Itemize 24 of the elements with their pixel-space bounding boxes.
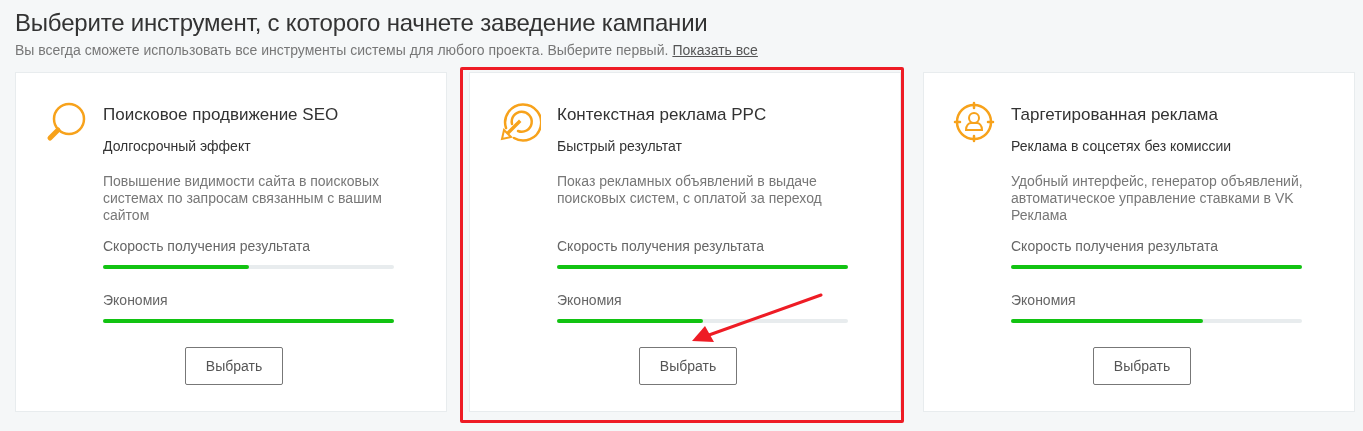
- meter-label: Скорость получения результата: [1011, 238, 1220, 254]
- card-tagline: Реклама в соцсетях без комиссии: [1011, 138, 1233, 154]
- show-all-link[interactable]: Показать все: [672, 42, 758, 58]
- card-description: Показ рекламных объявлений в выдаче поисковых систем, с оплатой за переход: [557, 173, 823, 208]
- search-icon: [45, 101, 87, 143]
- meter-label: Скорость получения результата: [103, 238, 312, 254]
- page-subtitle: Вы всегда сможете использовать все инструменты системы для любого проекта. Выберите первый. Показать все: [15, 41, 759, 60]
- card-description: Повышение видимости сайта в поисковых системах по запросам связанным с вашим сайтом: [103, 173, 383, 224]
- card-title: Контекстная реклама PPC: [557, 105, 768, 125]
- card-description: Удобный интерфейс, генератор объявлений, автоматическое управление ставками в VK Реклама: [1011, 173, 1303, 224]
- meter-label: Экономия: [557, 292, 623, 308]
- choose-button[interactable]: Выбрать: [639, 347, 737, 385]
- choose-button[interactable]: Выбрать: [1093, 347, 1191, 385]
- card-tagline: Долгосрочный эффект: [103, 138, 252, 154]
- meter-label: Скорость получения результата: [557, 238, 766, 254]
- card-title: Поисковое продвижение SEO: [103, 105, 340, 125]
- person-target-icon: [953, 101, 995, 143]
- choose-button[interactable]: Выбрать: [185, 347, 283, 385]
- card-title: Таргетированная реклама: [1011, 105, 1219, 125]
- meter-label: Экономия: [1011, 292, 1077, 308]
- target-cursor-icon: [499, 101, 541, 143]
- card-tagline: Быстрый результат: [557, 138, 683, 154]
- meter-label: Экономия: [103, 292, 169, 308]
- page-heading: Выберите инструмент, с которого начнете заведение кампании: [15, 8, 709, 38]
